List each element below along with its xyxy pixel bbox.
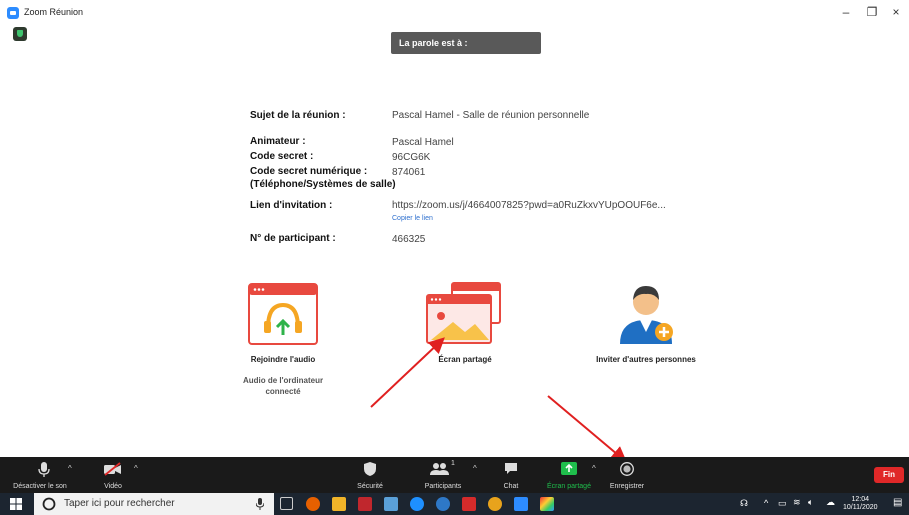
- acrobat-icon[interactable]: [462, 497, 476, 511]
- video-button[interactable]: Vidéo: [95, 457, 131, 493]
- video-off-icon: [104, 462, 121, 476]
- firefox-icon[interactable]: [306, 497, 320, 511]
- taskbar-clock[interactable]: 12:04 10/11/2020: [843, 496, 878, 512]
- share-screen-arrow-icon: [561, 462, 577, 475]
- record-button[interactable]: Enregistrer: [605, 457, 649, 493]
- chat-button[interactable]: Chat: [495, 457, 527, 493]
- chat-icon: [505, 463, 517, 474]
- mute-label: Désactiver le son: [13, 483, 67, 490]
- filezilla-icon[interactable]: [358, 497, 372, 511]
- participants-button[interactable]: 1 Participants: [413, 457, 473, 493]
- share-screen-button[interactable]: Écran partagé: [541, 457, 597, 493]
- microphone-search-icon[interactable]: [256, 498, 264, 510]
- taskbar-search-box[interactable]: Taper ici pour rechercher: [34, 493, 274, 515]
- participants-label: Participants: [424, 483, 462, 490]
- battery-icon[interactable]: ▭: [778, 498, 787, 509]
- clock-time: 12:04: [851, 496, 870, 503]
- chrome-icon[interactable]: [488, 497, 502, 511]
- security-button[interactable]: Sécurité: [345, 457, 395, 493]
- windows-taskbar: Taper ici pour rechercher ☊ ^ ▭ ≋ 🔈︎ ☁ ▤: [0, 493, 909, 515]
- video-options-caret[interactable]: ^: [134, 464, 138, 473]
- cortana-circle-icon: [42, 497, 56, 511]
- volume-icon[interactable]: 🔈︎: [808, 497, 813, 508]
- mute-button[interactable]: Désactiver le son: [0, 457, 80, 493]
- app-icon-blue[interactable]: [384, 497, 398, 511]
- people-icon[interactable]: ☊: [740, 498, 748, 509]
- paint-app-icon[interactable]: [540, 497, 554, 511]
- task-view-icon[interactable]: [280, 497, 293, 510]
- chat-label: Chat: [503, 483, 519, 490]
- video-label: Vidéo: [104, 483, 122, 490]
- annotation-arrows: [370, 337, 628, 463]
- share-screen-button-label: Écran partagé: [547, 483, 591, 490]
- windows-start-icon[interactable]: [10, 498, 22, 510]
- participants-icon: [430, 463, 449, 475]
- participants-caret[interactable]: ^: [473, 464, 477, 473]
- audio-options-caret[interactable]: ^: [68, 464, 72, 473]
- microphone-icon: [38, 462, 50, 477]
- cloud-icon[interactable]: ☁: [826, 497, 835, 508]
- search-placeholder: Taper ici pour rechercher: [64, 498, 175, 509]
- zoom-taskbar-icon[interactable]: [514, 497, 528, 511]
- arrow-to-record: [547, 395, 628, 463]
- meeting-toolbar: Désactiver le son ^ Vidéo ^ Sécurité 1 P…: [0, 457, 909, 493]
- file-explorer-icon[interactable]: [332, 497, 346, 511]
- participants-count: 1: [451, 460, 455, 467]
- shield-icon: [364, 462, 376, 476]
- record-icon: [620, 462, 634, 476]
- end-meeting-button[interactable]: Fin: [874, 467, 904, 483]
- clock-date: 10/11/2020: [843, 504, 878, 511]
- share-options-caret[interactable]: ^: [592, 464, 596, 473]
- tray-overflow-icon[interactable]: ^: [764, 498, 768, 508]
- record-label: Enregistrer: [609, 483, 645, 490]
- security-label: Sécurité: [357, 483, 383, 490]
- notification-icon[interactable]: ▤: [893, 497, 902, 508]
- arrow-to-share: [370, 337, 445, 408]
- edge-icon[interactable]: [410, 497, 424, 511]
- app-icon-circle[interactable]: [436, 497, 450, 511]
- wifi-icon[interactable]: ≋: [793, 497, 801, 508]
